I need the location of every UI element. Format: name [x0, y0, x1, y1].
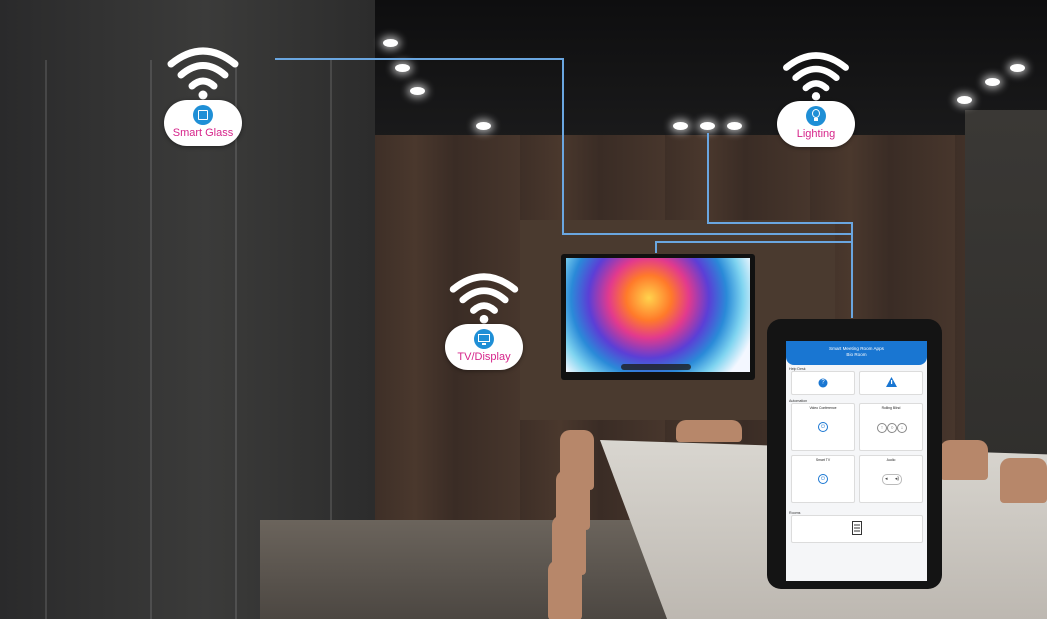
device-label: Lighting: [796, 128, 836, 140]
card-title: Video Conference: [809, 406, 837, 410]
app-header: Smart Meeting Room Apps Bio Room: [786, 341, 927, 365]
chair: [1000, 458, 1047, 503]
volume-down-icon[interactable]: ◂: [885, 475, 888, 484]
ceiling-light: [410, 87, 425, 95]
rooms-button[interactable]: [791, 515, 923, 543]
blind-controls: ↑ ○ ↓: [877, 423, 907, 433]
warning-icon: [886, 377, 897, 387]
card-title: Rolling Blind: [881, 406, 901, 410]
ceiling-light: [383, 39, 398, 47]
glass-frame: [150, 60, 152, 619]
power-icon[interactable]: ⏻: [818, 474, 828, 484]
device-smart-glass[interactable]: Smart Glass: [164, 44, 242, 146]
connector-line: [707, 133, 709, 223]
report-issue-button[interactable]: [859, 371, 923, 395]
chair: [548, 560, 582, 619]
device-badge: TV/Display: [445, 324, 523, 370]
connector-line: [655, 241, 657, 253]
device-lighting[interactable]: Lighting: [777, 49, 855, 147]
ceiling-light: [395, 64, 410, 72]
card-title: Smart TV: [815, 458, 831, 462]
document-list-icon: [852, 521, 862, 535]
ceiling-light: [985, 78, 1000, 86]
volume-up-icon[interactable]: ◂): [895, 475, 899, 484]
device-badge: Smart Glass: [164, 100, 242, 146]
tv-display: [561, 254, 755, 380]
power-icon[interactable]: ⏻: [818, 422, 828, 432]
wifi-icon: [449, 273, 519, 324]
card-smart-tv[interactable]: Smart TV ⏻: [791, 455, 855, 503]
ceiling-light: [476, 122, 491, 130]
card-title: Audio: [886, 458, 896, 462]
wifi-icon: [783, 52, 849, 101]
arrow-up-icon[interactable]: ↑: [877, 423, 887, 433]
ceiling-light: [1010, 64, 1025, 72]
control-tablet: Smart Meeting Room Apps Bio Room Help De…: [767, 319, 942, 589]
volume-controls: ◂ ◂): [882, 474, 902, 485]
connector-line: [562, 233, 853, 235]
tv-dock-bar: [621, 364, 691, 370]
room-name: Bio Room: [846, 352, 867, 357]
connector-line: [562, 58, 564, 234]
stop-icon[interactable]: ○: [887, 423, 897, 433]
ceiling-light: [957, 96, 972, 104]
ceiling-light: [727, 122, 742, 130]
arrow-down-icon[interactable]: ↓: [897, 423, 907, 433]
card-video-conference[interactable]: Video Conference ⏻: [791, 403, 855, 451]
device-label: TV/Display: [457, 351, 511, 363]
ceiling-light: [700, 122, 715, 130]
connector-line: [275, 58, 563, 60]
monitor-icon: [474, 329, 494, 349]
tv-screen: [566, 258, 750, 372]
tablet-screen: Smart Meeting Room Apps Bio Room Help De…: [786, 341, 927, 581]
question-icon: ?: [818, 378, 828, 388]
connector-line: [707, 222, 853, 224]
device-label: Smart Glass: [172, 127, 234, 139]
card-audio[interactable]: Audio ◂ ◂): [859, 455, 923, 503]
device-tv-display[interactable]: TV/Display: [445, 270, 523, 370]
window-icon: [193, 105, 213, 125]
help-button[interactable]: ?: [791, 371, 855, 395]
card-rolling-blind[interactable]: Rolling Blind ↑ ○ ↓: [859, 403, 923, 451]
glass-frame: [45, 60, 47, 619]
lightbulb-icon: [806, 106, 826, 126]
wifi-icon: [167, 47, 239, 100]
connector-line: [851, 222, 853, 318]
chair: [940, 440, 988, 480]
ceiling-light: [673, 122, 688, 130]
device-badge: Lighting: [777, 101, 855, 147]
chair: [676, 420, 742, 442]
connector-line: [655, 241, 853, 243]
